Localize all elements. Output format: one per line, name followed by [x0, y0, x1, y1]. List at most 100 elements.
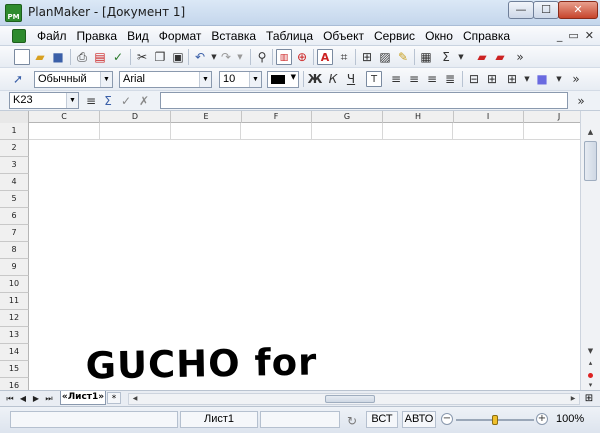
fill-dropdown-icon[interactable]: ▼ — [551, 71, 567, 87]
open-folder-icon[interactable]: ▰ — [32, 49, 48, 65]
add-sheet-button[interactable]: * — [107, 392, 121, 404]
vertical-scroll-thumb[interactable] — [584, 141, 597, 181]
column-header[interactable]: H — [383, 111, 454, 123]
minimize-button[interactable]: — — [508, 1, 534, 19]
insert-mode-indicator[interactable]: ВСТ — [366, 411, 398, 428]
reject-edit-icon[interactable]: ✗ — [136, 93, 152, 109]
zoom-slider-thumb[interactable] — [492, 415, 498, 425]
chevron-down-icon[interactable]: ▼ — [66, 93, 78, 108]
row-header[interactable]: 7 — [0, 225, 29, 242]
find-binoculars-icon[interactable]: ⚲ — [254, 49, 270, 65]
scroll-up-icon[interactable]: ▲ — [583, 125, 598, 140]
menu-item[interactable]: Вид — [122, 29, 154, 43]
toolbar-overflow-icon[interactable]: » — [512, 49, 528, 65]
sum-function-icon[interactable]: Σ — [100, 93, 116, 109]
row-header[interactable]: 16 — [0, 378, 29, 390]
export-icon-2[interactable]: ▰ — [492, 49, 508, 65]
chevron-down-icon[interactable]: ▼ — [291, 73, 296, 81]
split-window-icon[interactable]: ⊞ — [582, 393, 596, 405]
column-header[interactable]: C — [29, 111, 100, 123]
insert-picture-icon[interactable]: ▦ — [418, 49, 434, 65]
pointer-arrow-icon[interactable]: ➚ — [10, 71, 26, 87]
row-header[interactable]: 3 — [0, 157, 29, 174]
cancel-edit-icon[interactable]: ≡ — [83, 93, 99, 109]
column-header[interactable]: F — [241, 111, 312, 123]
zoom-in-icon[interactable]: + — [536, 413, 548, 425]
column-header[interactable]: E — [171, 111, 242, 123]
menu-item[interactable]: Объект — [318, 29, 369, 43]
spellcheck-icon[interactable]: ✓ — [110, 49, 126, 65]
style-select[interactable]: Обычный ▼ — [34, 71, 113, 88]
close-button[interactable]: ✕ — [558, 1, 598, 19]
row-header[interactable]: 15 — [0, 361, 29, 378]
align-center-icon[interactable]: ≡ — [406, 71, 422, 87]
new-document-icon[interactable] — [14, 49, 30, 65]
horizontal-scrollbar[interactable]: ◀ ▶ — [128, 393, 580, 405]
menu-item[interactable]: Правка — [72, 29, 123, 43]
recalculate-icon[interactable]: ↻ — [344, 413, 360, 429]
document-icon[interactable] — [12, 29, 26, 43]
cell-reference-box[interactable]: K23 ▼ — [9, 92, 79, 109]
first-sheet-icon[interactable]: ⏮ — [4, 393, 16, 405]
superscript-icon[interactable]: T — [366, 71, 382, 87]
select-all-corner[interactable] — [0, 111, 29, 123]
zoom-magnifier-icon[interactable]: ⊕ — [294, 49, 310, 65]
menu-item[interactable]: Сервис — [369, 29, 420, 43]
italic-icon[interactable]: К — [325, 71, 341, 87]
column-header[interactable]: J — [524, 111, 580, 123]
horizontal-scroll-thumb[interactable] — [325, 395, 375, 403]
row-header[interactable]: 5 — [0, 191, 29, 208]
insert-textframe-icon[interactable]: A — [317, 49, 333, 65]
format-painter-icon[interactable]: ✎ — [395, 49, 411, 65]
save-icon[interactable]: ■ — [50, 49, 66, 65]
row-header[interactable]: 4 — [0, 174, 29, 191]
align-right-icon[interactable]: ≡ — [424, 71, 440, 87]
scroll-left-icon[interactable]: ◀ — [129, 394, 141, 404]
wrap-cells-icon[interactable]: ⊞ — [484, 71, 500, 87]
text-color-select[interactable]: ▼ — [267, 71, 299, 88]
menu-item[interactable]: Окно — [420, 29, 458, 43]
align-left-icon[interactable]: ≡ — [388, 71, 404, 87]
autosum-dropdown-icon[interactable]: ▼ — [453, 49, 469, 65]
row-header[interactable]: 6 — [0, 208, 29, 225]
zoom-out-icon[interactable]: − — [441, 413, 453, 425]
row-header[interactable]: 9 — [0, 259, 29, 276]
borders-dropdown-icon[interactable]: ▼ — [519, 71, 535, 87]
accept-edit-icon[interactable]: ✓ — [118, 93, 134, 109]
insert-frame-icon[interactable]: ⌗ — [336, 49, 352, 65]
font-select[interactable]: Arial ▼ — [119, 71, 212, 88]
borders-icon[interactable]: ⊞ — [504, 71, 520, 87]
chevron-down-icon[interactable]: ▼ — [199, 72, 211, 87]
cut-icon[interactable]: ✂ — [134, 49, 150, 65]
copy-icon[interactable]: ❐ — [152, 49, 168, 65]
row-header[interactable]: 8 — [0, 242, 29, 259]
sheet-tab[interactable]: «Лист1» — [60, 391, 106, 405]
fill-color-icon[interactable]: ■ — [534, 71, 550, 87]
column-header[interactable]: D — [100, 111, 171, 123]
row-header[interactable]: 2 — [0, 140, 29, 157]
row-header[interactable]: 14 — [0, 344, 29, 361]
doc-minimize-button[interactable]: _ — [557, 29, 563, 42]
bold-icon[interactable]: Ж — [307, 71, 323, 87]
redo-dropdown-icon[interactable]: ▼ — [232, 49, 248, 65]
menu-item[interactable]: Файл — [32, 29, 72, 43]
paste-icon[interactable]: ▣ — [170, 49, 186, 65]
formula-input[interactable] — [160, 92, 568, 109]
column-header[interactable]: I — [453, 111, 524, 123]
shading-icon[interactable]: ▨ — [377, 49, 393, 65]
formula-overflow-icon[interactable]: » — [573, 93, 589, 109]
menu-item[interactable]: Справка — [458, 29, 515, 43]
export-icon-1[interactable]: ▰ — [474, 49, 490, 65]
row-header[interactable]: 13 — [0, 327, 29, 344]
row-header[interactable]: 12 — [0, 310, 29, 327]
autosum-icon[interactable]: Σ — [438, 49, 454, 65]
calc-mode-indicator[interactable]: АВТО — [402, 411, 436, 428]
merge-cells-icon[interactable]: ⊟ — [466, 71, 482, 87]
export-pdf-icon[interactable]: ▤ — [92, 49, 108, 65]
previous-sheet-icon[interactable]: ◀ — [17, 393, 29, 405]
toolbar-overflow-icon[interactable]: » — [568, 71, 584, 87]
underline-icon[interactable]: Ч — [343, 71, 359, 87]
next-sheet-icon[interactable]: ▶ — [30, 393, 42, 405]
justify-icon[interactable]: ≣ — [442, 71, 458, 87]
chevron-down-icon[interactable]: ▼ — [100, 72, 112, 87]
